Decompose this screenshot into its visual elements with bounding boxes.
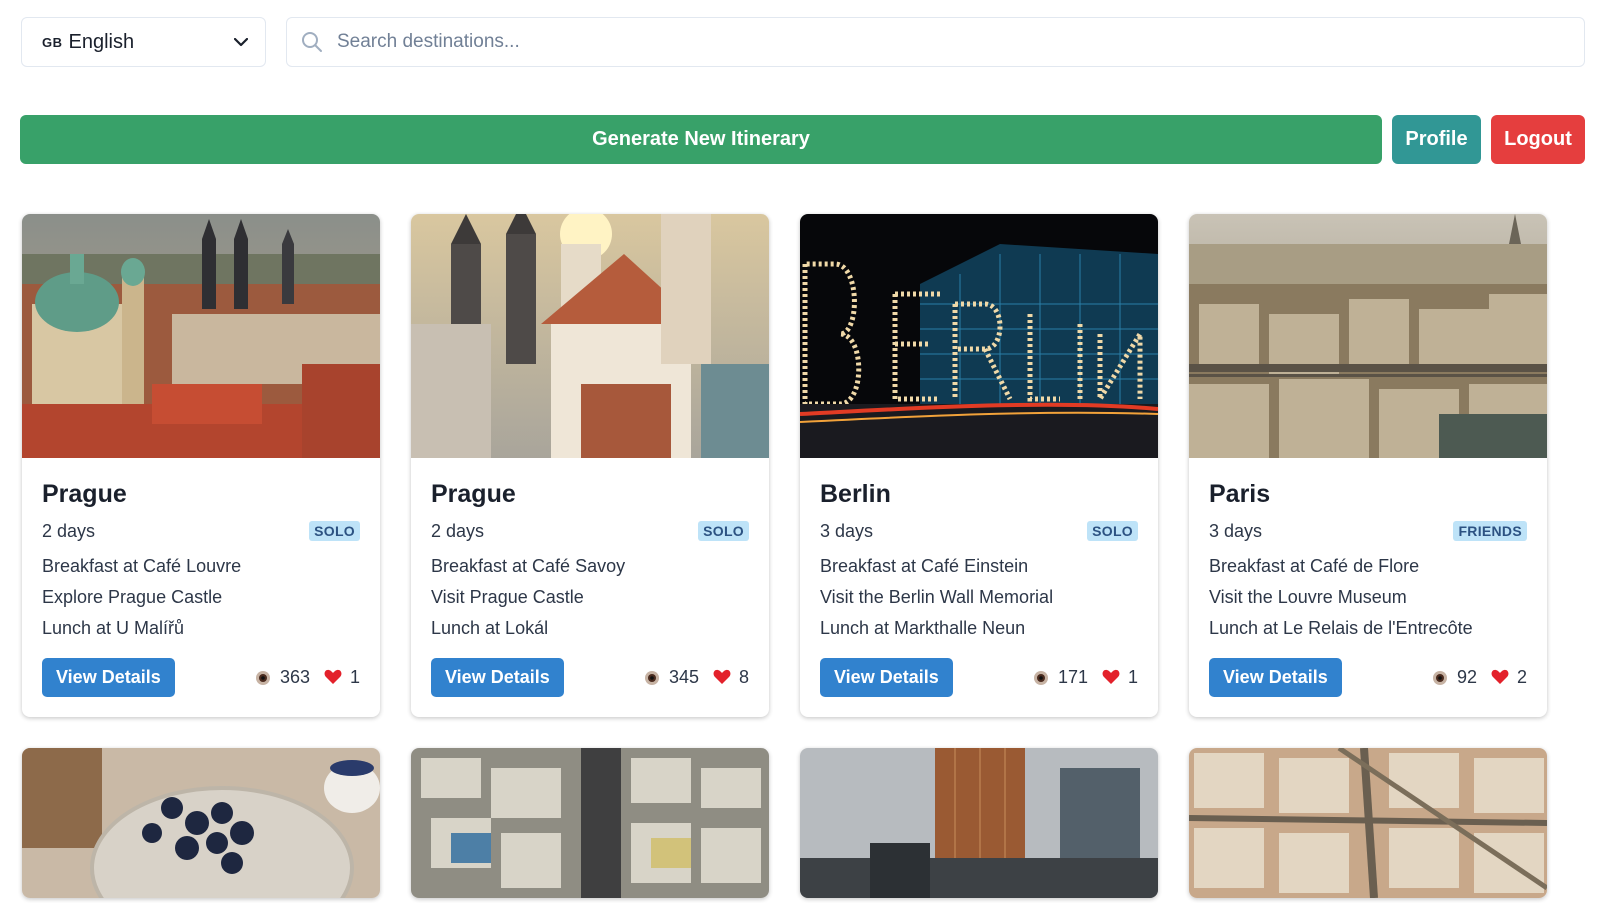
eye-icon xyxy=(1032,669,1050,687)
card-stats: 345 8 xyxy=(643,667,749,688)
activity-item: Explore Prague Castle xyxy=(42,587,223,607)
destination-image xyxy=(411,748,769,898)
search-icon xyxy=(301,31,323,53)
top-bar: GB English xyxy=(21,17,1585,67)
activity-item: Visit the Louvre Museum xyxy=(1209,587,1407,607)
activity-item: Breakfast at Café Louvre xyxy=(42,556,242,576)
heart-icon xyxy=(324,669,342,687)
card-days: 2 days xyxy=(42,520,96,541)
itinerary-card xyxy=(800,748,1158,898)
itinerary-card: Prague 2 days SOLO Breakfast at Café Lou… xyxy=(22,214,380,717)
like-count: 2 xyxy=(1516,667,1527,687)
destination-image xyxy=(22,748,380,898)
card-city: Paris xyxy=(1209,480,1271,508)
heart-icon xyxy=(713,669,731,687)
activity-item: Visit the Berlin Wall Memorial xyxy=(820,587,1054,607)
travel-type-badge: SOLO xyxy=(309,521,360,541)
logout-button[interactable]: Logout xyxy=(1491,115,1585,164)
travel-type-badge: SOLO xyxy=(698,521,749,541)
like-count: 1 xyxy=(349,667,360,687)
action-bar: Generate New Itinerary Profile Logout xyxy=(20,115,1585,164)
destination-image xyxy=(800,214,1158,458)
activity-item: Lunch at Lokál xyxy=(431,618,549,638)
itinerary-card: Berlin 3 days SOLO Breakfast at Café Ein… xyxy=(800,214,1158,717)
card-days: 3 days xyxy=(820,520,874,541)
like-count: 1 xyxy=(1127,667,1138,687)
travel-type-badge: SOLO xyxy=(1087,521,1138,541)
card-stats: 171 1 xyxy=(1032,667,1138,688)
language-select[interactable]: GB English xyxy=(21,17,266,67)
destination-image xyxy=(22,214,380,458)
view-count: 92 xyxy=(1456,667,1477,687)
destination-image xyxy=(1189,748,1547,898)
card-city: Prague xyxy=(431,480,516,508)
heart-icon xyxy=(1102,669,1120,687)
activity-item: Breakfast at Café Savoy xyxy=(431,556,626,576)
card-city: Berlin xyxy=(820,480,891,508)
activity-list: Breakfast at Café Louvre Explore Prague … xyxy=(42,551,360,644)
view-count: 171 xyxy=(1057,667,1088,687)
language-label: English xyxy=(68,30,135,53)
like-count: 8 xyxy=(738,667,749,687)
view-details-button[interactable]: View Details xyxy=(42,658,175,697)
activity-item: Lunch at Le Relais de l'Entrecôte xyxy=(1209,618,1473,638)
itinerary-card: Paris 3 days FRIENDS Breakfast at Café d… xyxy=(1189,214,1547,717)
activity-item: Breakfast at Café Einstein xyxy=(820,556,1029,576)
card-days: 3 days xyxy=(1209,520,1263,541)
itinerary-grid: Prague 2 days SOLO Breakfast at Café Lou… xyxy=(22,214,1547,898)
activity-list: Breakfast at Café Einstein Visit the Ber… xyxy=(820,551,1138,644)
card-days: 2 days xyxy=(431,520,485,541)
search-input[interactable] xyxy=(337,31,1570,53)
eye-icon xyxy=(1431,669,1449,687)
card-stats: 92 2 xyxy=(1431,667,1527,688)
itinerary-card xyxy=(411,748,769,898)
destination-image xyxy=(1189,214,1547,458)
view-details-button[interactable]: View Details xyxy=(820,658,953,697)
eye-icon xyxy=(254,669,272,687)
card-stats: 363 1 xyxy=(254,667,360,688)
heart-icon xyxy=(1491,669,1509,687)
itinerary-card: Prague 2 days SOLO Breakfast at Café Sav… xyxy=(411,214,769,717)
activity-item: Visit Prague Castle xyxy=(431,587,584,607)
view-details-button[interactable]: View Details xyxy=(1209,658,1342,697)
view-count: 345 xyxy=(668,667,699,687)
activity-list: Breakfast at Café de Flore Visit the Lou… xyxy=(1209,551,1527,644)
activity-item: Breakfast at Café de Flore xyxy=(1209,556,1420,576)
chevron-down-icon xyxy=(233,34,249,50)
generate-itinerary-button[interactable]: Generate New Itinerary xyxy=(20,115,1382,164)
destination-image xyxy=(411,214,769,458)
destination-image xyxy=(800,748,1158,898)
activity-item: Lunch at U Malířů xyxy=(42,618,185,638)
travel-type-badge: FRIENDS xyxy=(1453,521,1527,541)
flag-icon: GB xyxy=(42,34,63,50)
itinerary-card xyxy=(1189,748,1547,898)
itinerary-card xyxy=(22,748,380,898)
card-city: Prague xyxy=(42,480,127,508)
activity-item: Lunch at Markthalle Neun xyxy=(820,618,1026,638)
view-details-button[interactable]: View Details xyxy=(431,658,564,697)
view-count: 363 xyxy=(279,667,310,687)
activity-list: Breakfast at Café Savoy Visit Prague Cas… xyxy=(431,551,749,644)
profile-button[interactable]: Profile xyxy=(1392,115,1481,164)
eye-icon xyxy=(643,669,661,687)
search-box[interactable] xyxy=(286,17,1585,67)
